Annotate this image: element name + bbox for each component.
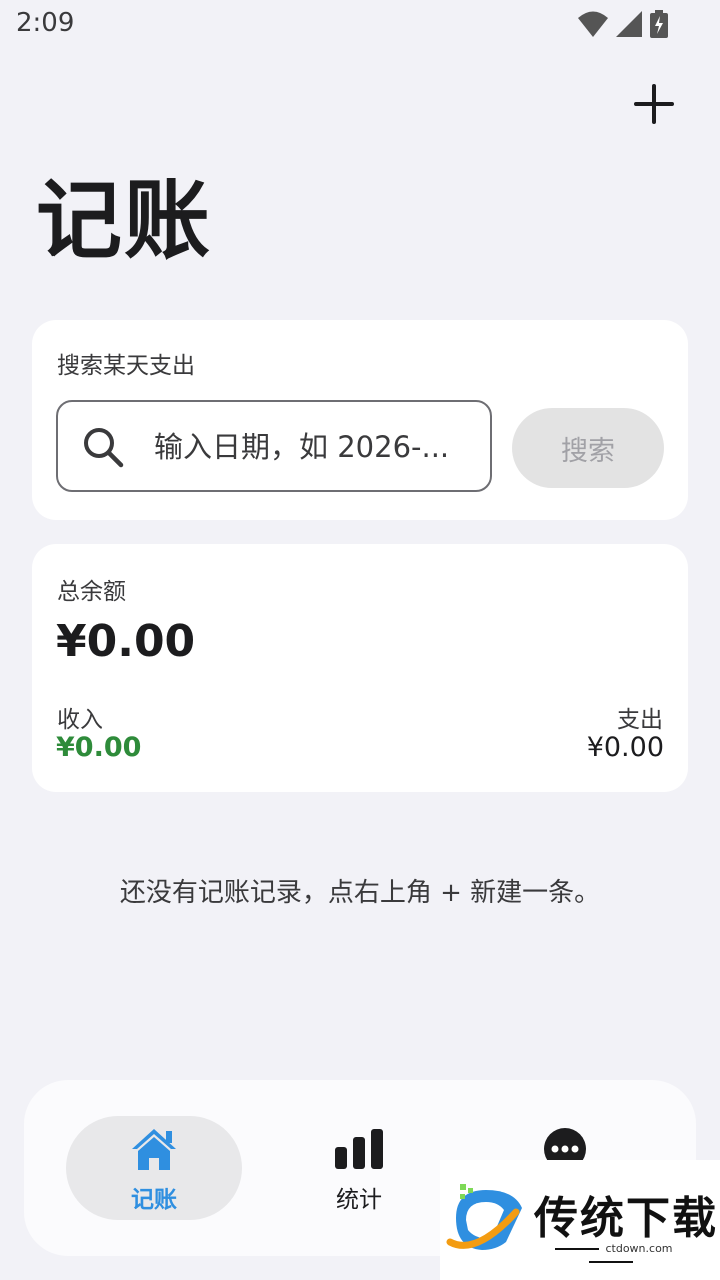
watermark-sub: ctdown.com bbox=[534, 1242, 688, 1268]
search-icon bbox=[84, 428, 124, 468]
status-time: 2:09 bbox=[16, 8, 75, 38]
income-value: ¥0.00 bbox=[56, 732, 142, 763]
wifi-icon bbox=[578, 11, 608, 37]
expense-label: 支出 bbox=[617, 707, 663, 733]
search-card-title: 搜索某天支出 bbox=[57, 353, 195, 379]
signal-icon bbox=[616, 11, 642, 37]
battery-icon bbox=[650, 10, 668, 38]
watermark-logo-icon bbox=[446, 1184, 522, 1250]
search-card: 搜索某天支出 搜索 bbox=[32, 320, 688, 520]
nav-label: 统计 bbox=[336, 1187, 382, 1213]
status-icons bbox=[578, 10, 668, 38]
total-balance-value: ¥0.00 bbox=[56, 616, 196, 667]
income-label: 收入 bbox=[57, 707, 103, 733]
status-bar: 2:09 bbox=[0, 0, 720, 50]
page-title: 记账 bbox=[36, 171, 212, 271]
nav-label: 记账 bbox=[131, 1187, 177, 1213]
expense-value: ¥0.00 bbox=[586, 732, 664, 763]
nav-item-stats[interactable]: 统计 bbox=[274, 1116, 444, 1220]
plus-icon bbox=[634, 84, 674, 124]
nav-item-ledger[interactable]: 记账 bbox=[66, 1116, 242, 1220]
bar-chart-icon bbox=[335, 1129, 383, 1169]
watermark-text: 传统下载 bbox=[534, 1193, 718, 1244]
empty-state-hint: 还没有记账记录，点右上角 + 新建一条。 bbox=[119, 878, 601, 908]
watermark-banner: 传统下载 ctdown.com bbox=[440, 1160, 720, 1280]
balance-card: 总余额 ¥0.00 收入 ¥0.00 支出 ¥0.00 bbox=[32, 544, 688, 792]
add-record-button[interactable] bbox=[632, 82, 676, 126]
search-button[interactable]: 搜索 bbox=[512, 408, 664, 488]
date-search-input[interactable] bbox=[152, 424, 472, 470]
home-icon bbox=[132, 1129, 176, 1170]
date-search-field[interactable] bbox=[56, 400, 492, 492]
total-balance-label: 总余额 bbox=[57, 579, 126, 605]
